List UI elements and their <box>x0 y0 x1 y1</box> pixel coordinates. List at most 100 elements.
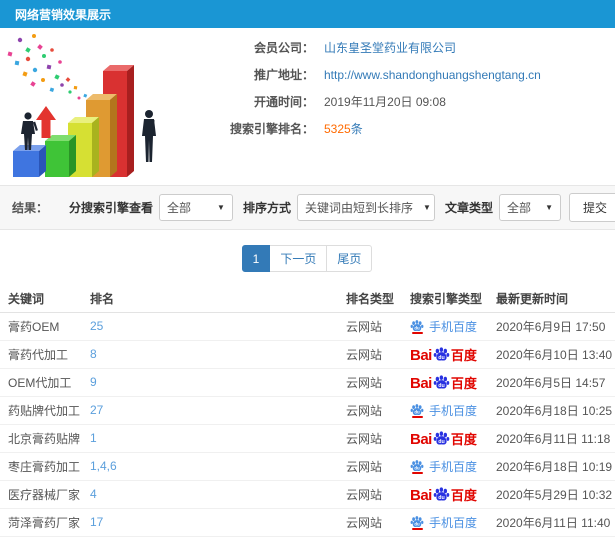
column-header: 关键词 <box>0 286 82 313</box>
keyword-cell: 膏药代加工 <box>8 347 69 362</box>
baidu-paw-icon: du <box>410 515 424 527</box>
company-name-link[interactable]: 山东皇圣堂药业有限公司 <box>324 39 456 56</box>
rank-type-cell: 云网站 <box>346 459 383 474</box>
keyword-cell: 北京膏药贴牌 <box>8 431 81 446</box>
engine-filter-select[interactable]: 全部 ▼ <box>158 194 233 221</box>
last-page-button[interactable]: 尾页 <box>326 245 373 272</box>
table-row: 枣庄膏药加工 1,4,6 云网站 du 手机百度 2020年6月18日 10:19 <box>0 452 615 481</box>
rank-link[interactable]: 9 <box>90 375 97 389</box>
promo-url-link[interactable]: http://www.shandonghuangshengtang.cn <box>324 68 541 82</box>
keyword-cell: 医疗器械厂家 <box>8 487 81 502</box>
baidu-logo: Bai du 百度 <box>410 430 488 447</box>
baidu-logo-name: 百度 <box>450 431 477 447</box>
table-row: 医疗器械厂家 4 云网站 Bai du 百度 2020年5月29日 10:32 <box>0 480 615 509</box>
updated-time-cell: 2020年6月5日 14:57 <box>496 375 606 390</box>
businessman-left <box>21 112 38 150</box>
baidu-logo-bai: Bai <box>410 346 432 364</box>
updated-time-cell: 2020年6月10日 13:40 <box>496 347 613 362</box>
baidu-logo-bai: Bai <box>410 486 432 504</box>
rank-type-cell: 云网站 <box>346 431 383 446</box>
table-row: 药贴牌代加工 27 云网站 du 手机百度 2020年6月18日 10:25 <box>0 396 615 425</box>
table-row: 膏药OEM 25 云网站 du 手机百度 2020年6月9日 17:50 <box>0 312 615 341</box>
mobile-baidu-badge: du 手机百度 <box>410 402 488 419</box>
rank-link[interactable]: 1 <box>90 431 97 445</box>
column-header: 搜索引擎类型 <box>402 286 488 313</box>
updated-time-cell: 2020年6月18日 10:25 <box>496 403 613 418</box>
rank-link[interactable]: 8 <box>90 347 97 361</box>
svg-text:du: du <box>438 438 444 444</box>
rank-link[interactable]: 27 <box>90 403 103 417</box>
rank-type-cell: 云网站 <box>346 515 383 530</box>
baidu-paw-icon: du <box>433 374 450 388</box>
submit-button[interactable]: 提交 <box>568 193 615 222</box>
baidu-logo-bai: Bai <box>410 374 432 392</box>
page-number-current[interactable]: 1 <box>241 245 271 272</box>
table-body: 膏药OEM 25 云网站 du 手机百度 2020年6月9日 17:50 膏药代加工 8 云网站… <box>0 312 615 537</box>
page-title: 网络营销效果展示 <box>15 7 112 22</box>
baidu-paw-icon: du <box>433 430 450 444</box>
engine-type-label: 手机百度 <box>429 459 478 474</box>
baidu-underline <box>411 415 423 418</box>
keyword-cell: 药贴牌代加工 <box>8 403 81 418</box>
info-row-url: 推广地址： http://www.shandonghuangshengtang.… <box>196 61 615 88</box>
keyword-cell: 枣庄膏药加工 <box>8 459 81 474</box>
baidu-underline <box>411 527 423 530</box>
engine-filter-label: 分搜索引擎查看 <box>68 201 153 215</box>
updated-time-cell: 2020年6月11日 11:40 <box>496 515 611 530</box>
keyword-cell: 膏药OEM <box>8 319 60 334</box>
rank-type-cell: 云网站 <box>346 487 383 502</box>
filter-controls: 分搜索引擎查看 全部 ▼ 排序方式 关键词由短到长排序 ▼ 文章类型 全部 ▼ … <box>59 193 615 222</box>
svg-text:du: du <box>438 494 444 500</box>
column-header: 排名 <box>82 286 338 313</box>
engine-type-label: 手机百度 <box>429 515 478 530</box>
filter-bar: 结果： 分搜索引擎查看 全部 ▼ 排序方式 关键词由短到长排序 ▼ 文章类型 全… <box>0 185 615 230</box>
bar-chart-illustration <box>0 28 196 183</box>
company-info-list: 会员公司： 山东皇圣堂药业有限公司 推广地址： http://www.shand… <box>196 28 615 142</box>
info-row-company: 会员公司： 山东皇圣堂药业有限公司 <box>196 34 615 61</box>
pagination: 1 下一页 尾页 <box>0 230 615 286</box>
updated-time-cell: 2020年6月11日 11:18 <box>496 431 611 446</box>
baidu-logo-bai: Bai <box>410 430 432 448</box>
app-header: 网络营销效果展示 <box>0 0 615 28</box>
keyword-cell: 菏泽膏药厂家 <box>8 515 81 530</box>
rank-link[interactable]: 4 <box>90 487 97 501</box>
sort-filter-select[interactable]: 关键词由短到长排序 ▼ <box>296 194 435 221</box>
article-type-label: 文章类型 <box>444 201 493 215</box>
rank-type-cell: 云网站 <box>346 403 383 418</box>
businessman-right <box>142 110 156 162</box>
rank-link[interactable]: 1,4,6 <box>90 459 117 473</box>
article-type-select[interactable]: 全部 ▼ <box>498 194 561 221</box>
mobile-baidu-badge: du 手机百度 <box>410 318 488 335</box>
engine-rank-label: 搜索引擎排名： <box>229 122 314 136</box>
updated-time-cell: 2020年5月29日 10:32 <box>496 487 613 502</box>
baidu-paw-icon: du <box>433 486 450 500</box>
rank-unit[interactable]: 条 <box>351 122 363 136</box>
svg-text:du: du <box>438 382 444 388</box>
svg-text:du: du <box>438 354 444 360</box>
mobile-baidu-badge: du 手机百度 <box>410 514 488 531</box>
baidu-logo: Bai du 百度 <box>410 346 488 363</box>
up-arrow-icon <box>36 106 56 138</box>
rank-link[interactable]: 25 <box>90 319 103 333</box>
chevron-down-icon: ▼ <box>422 203 431 212</box>
svg-text:du: du <box>414 521 420 526</box>
promo-url-label: 推广地址： <box>253 68 314 82</box>
baidu-logo-name: 百度 <box>450 375 477 391</box>
column-header: 排名类型 <box>338 286 402 313</box>
sort-filter-label: 排序方式 <box>242 201 291 215</box>
table-row: OEM代加工 9 云网站 Bai du 百度 2020年6月5日 14:57 <box>0 368 615 397</box>
updated-time-cell: 2020年6月9日 17:50 <box>496 319 606 334</box>
baidu-paw-icon: du <box>410 459 424 471</box>
chevron-down-icon: ▼ <box>217 203 225 212</box>
engine-rank-value: 5325条 <box>324 120 363 137</box>
bar-green <box>45 135 76 177</box>
next-page-button[interactable]: 下一页 <box>269 245 328 272</box>
table-header-row: 关键词 排名 排名类型 搜索引擎类型 最新更新时间 <box>0 286 615 313</box>
svg-text:du: du <box>414 409 420 414</box>
info-section: 会员公司： 山东皇圣堂药业有限公司 推广地址： http://www.shand… <box>0 28 615 185</box>
result-label: 结果： <box>12 201 49 215</box>
baidu-logo-name: 百度 <box>450 347 477 363</box>
rank-link[interactable]: 17 <box>90 515 103 529</box>
baidu-paw-icon: du <box>410 403 424 415</box>
company-label: 会员公司： <box>253 41 314 55</box>
